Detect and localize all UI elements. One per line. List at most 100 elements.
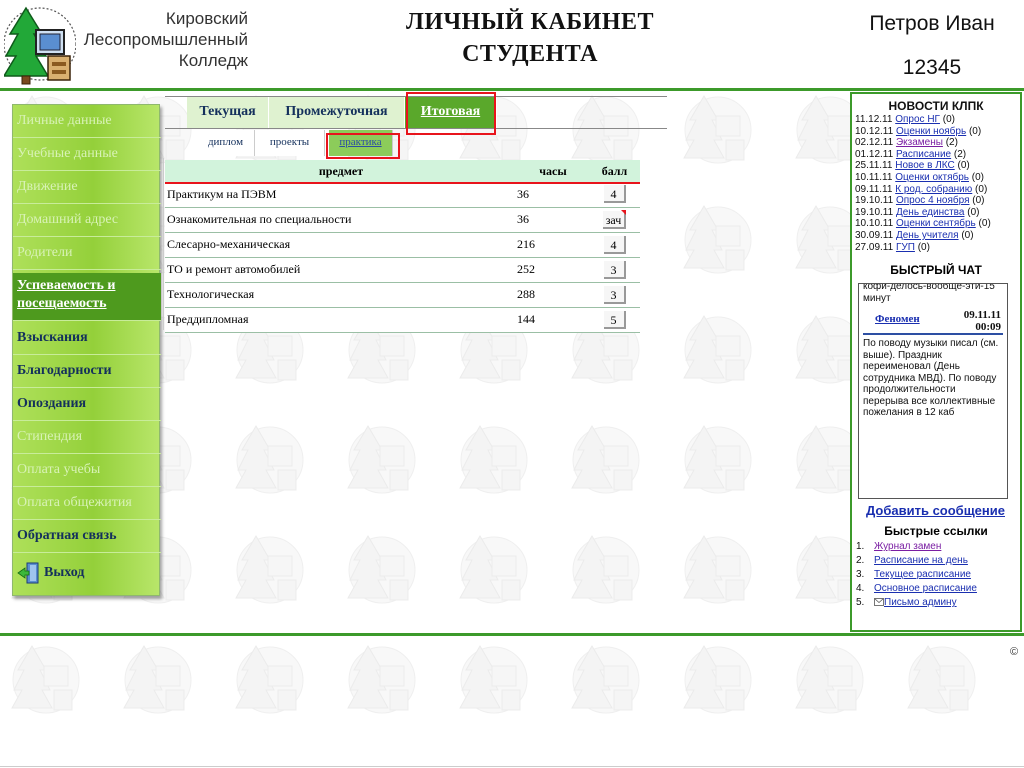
- news-link[interactable]: Оценки сентябрь: [896, 218, 976, 229]
- cell-grade: 4: [589, 182, 640, 208]
- subtab-projects[interactable]: проекты: [255, 130, 325, 156]
- news-date: 10.10.11: [855, 218, 894, 230]
- news-date: 27.09.11: [855, 241, 894, 253]
- watermark-logo-icon: [459, 425, 528, 494]
- cell-subject: Слесарно-механическая: [165, 232, 517, 258]
- comment-flag-icon: [621, 209, 627, 215]
- news-link[interactable]: Оценки ноябрь: [896, 126, 966, 137]
- chat-box[interactable]: кофи-делось-вообще-эти-15 минут Феномен …: [858, 283, 1008, 500]
- grade-badge[interactable]: 3: [603, 285, 626, 304]
- watermark-logo-icon: [683, 205, 752, 274]
- grade-badge[interactable]: 4: [603, 235, 626, 254]
- watermark-logo-icon: [683, 425, 752, 494]
- chat-time: 00:09: [975, 321, 1001, 334]
- news-link[interactable]: ГУП: [896, 242, 915, 253]
- news-list: 11.12.11 Опрос НГ (0) 10.12.11 Оценки но…: [855, 114, 1020, 253]
- table-row: Слесарно-механическая 216 4: [165, 232, 640, 258]
- news-link[interactable]: День учителя: [896, 230, 959, 241]
- watermark-logo-icon: [571, 425, 640, 494]
- cell-hours: 36: [517, 207, 589, 233]
- add-message-link[interactable]: Добавить сообщение: [866, 503, 1020, 518]
- news-count: (0): [967, 206, 980, 218]
- user-id: 12345: [902, 56, 962, 79]
- tab-current[interactable]: Текущая: [187, 97, 269, 128]
- quick-link[interactable]: Текущее расписание: [874, 569, 971, 580]
- news-link[interactable]: Опрос НГ: [895, 114, 940, 125]
- college-name-line-1: Кировский: [165, 9, 248, 28]
- column-header-subject: предмет: [165, 160, 517, 182]
- chat-author-link[interactable]: Феномен: [875, 314, 920, 326]
- envelope-icon: [874, 598, 884, 607]
- page-title-line-1: ЛИЧНЫЙ КАБИНЕТ: [405, 9, 655, 35]
- watermark-logo-icon: [347, 535, 416, 604]
- cell-subject: Преддипломная: [165, 307, 517, 333]
- tab-intermediate[interactable]: Промежуточная: [269, 97, 405, 128]
- news-date: 30.09.11: [855, 229, 894, 241]
- quick-links-list: 1. Журнал замен 2. Расписание на день 3. Те…: [856, 540, 1020, 610]
- page-bottom-border: [0, 766, 1024, 767]
- cell-grade: 3: [589, 282, 640, 308]
- column-header-grade: балл: [589, 160, 640, 182]
- menu-item-tuition-payment: Оплата учебы: [13, 454, 161, 487]
- user-name: Петров Иван: [869, 12, 995, 35]
- column-header-hours: часы: [517, 160, 589, 182]
- news-link[interactable]: Расписание: [896, 149, 951, 160]
- chat-message-meta: Феномен 09.11.11 00:09: [863, 309, 1003, 336]
- menu-item-logout-label: Выход: [44, 565, 85, 581]
- cell-grade: 3: [589, 257, 640, 283]
- chat-date: 09.11.11: [963, 309, 1001, 322]
- news-item: 19.10.11 День единства (0): [855, 207, 1020, 219]
- table-header-highlight: [165, 182, 640, 184]
- subtab-diploma[interactable]: диплом: [197, 130, 255, 156]
- cell-grade: 5: [589, 307, 640, 333]
- news-link[interactable]: Экзамены: [896, 137, 943, 148]
- page-title-line-2: СТУДЕНТА: [462, 41, 598, 67]
- menu-item-logout[interactable]: Выход: [13, 553, 161, 593]
- watermark-logo-icon: [795, 645, 864, 714]
- college-name-line-2: Лесопромышленный: [83, 30, 248, 49]
- grade-badge[interactable]: 4: [603, 185, 626, 204]
- watermark-logo-icon: [235, 425, 304, 494]
- news-item: 27.09.11 ГУП (0): [855, 242, 1020, 254]
- grade-badge[interactable]: 3: [603, 260, 626, 279]
- quick-link-label: Письмо админу: [884, 597, 957, 609]
- menu-item-progress-attendance[interactable]: Успеваемость и посещаемость: [13, 273, 161, 321]
- college-name: Кировский Лесопромышленный Колледж: [80, 8, 248, 71]
- news-item: 10.12.11 Оценки ноябрь (0): [855, 126, 1020, 138]
- quick-link[interactable]: Основное расписание: [874, 583, 977, 594]
- grade-badge[interactable]: зач: [602, 209, 627, 229]
- news-link[interactable]: Новое в ЛКС: [895, 160, 954, 171]
- menu-item-study-data: Учебные данные: [13, 138, 161, 171]
- news-date: 01.12.11: [855, 148, 894, 160]
- news-link[interactable]: День единства: [896, 207, 964, 218]
- quick-link-mail-admin[interactable]: Письмо админу: [874, 597, 957, 608]
- menu-item-penalties[interactable]: Взыскания: [13, 322, 161, 355]
- news-link[interactable]: К род. собранию: [895, 184, 972, 195]
- watermark-logo-icon: [683, 535, 752, 604]
- table-row: Технологическая 288 3: [165, 282, 640, 308]
- menu-item-movement: Движение: [13, 171, 161, 204]
- menu-item-thanks[interactable]: Благодарности: [13, 355, 161, 388]
- news-title: НОВОСТИ КЛПК: [888, 99, 984, 113]
- cell-grade: зач: [589, 207, 640, 233]
- quick-link-number: 2.: [856, 555, 865, 567]
- quick-link[interactable]: Расписание на день: [874, 555, 968, 566]
- news-link[interactable]: Опрос 4 ноября: [896, 195, 970, 206]
- news-count: (0): [957, 160, 970, 172]
- news-count: (0): [978, 218, 991, 230]
- page-header: Кировский Лесопромышленный Колледж ЛИЧНЫ…: [0, 0, 1024, 90]
- news-count: (0): [942, 114, 955, 125]
- news-date: 19.10.11: [855, 195, 894, 207]
- watermark-logo-icon: [235, 645, 304, 714]
- menu-item-lateness[interactable]: Опоздания: [13, 388, 161, 421]
- menu-item-feedback[interactable]: Обратная связь: [13, 520, 161, 553]
- watermark-logo-icon: [123, 645, 192, 714]
- quick-link[interactable]: Журнал замен: [874, 541, 941, 552]
- news-link[interactable]: Оценки октябрь: [895, 172, 969, 183]
- cell-subject: Ознакомительная по специальности: [165, 207, 517, 233]
- right-sidebar: НОВОСТИ КЛПК 11.12.11 Опрос НГ (0) 10.12…: [850, 92, 1022, 632]
- quick-links-title: Быстрые ссылки: [884, 524, 988, 539]
- news-count: (2): [945, 137, 958, 149]
- grade-badge[interactable]: 5: [603, 310, 626, 329]
- college-logo-icon: [4, 6, 76, 85]
